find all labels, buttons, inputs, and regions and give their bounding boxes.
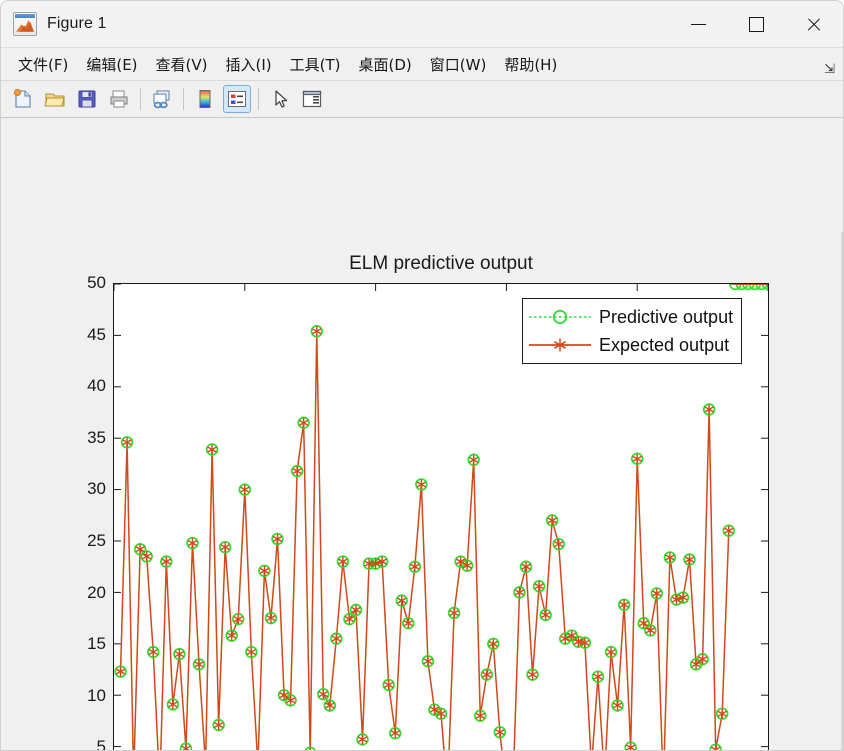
minimize-button[interactable] [669, 1, 727, 47]
save-figure-icon [78, 90, 96, 108]
menu-item-help[interactable]: 帮助(H) [495, 51, 566, 78]
link-plot-icon [153, 90, 170, 109]
y-tick-label: 5 [96, 737, 106, 751]
insert-colorbar-button[interactable] [191, 85, 219, 113]
menu-item-desktop[interactable]: 桌面(D) [350, 51, 421, 78]
edit-pointer-icon [275, 90, 288, 108]
figure-canvas: ELM predictive output 051015202530354045… [1, 118, 843, 751]
print-figure-icon [110, 90, 128, 108]
figure-window: Figure 1 文件(F) 编辑(E) 查看(V) 插入(I) 工具(T) 桌… [0, 0, 844, 751]
open-file-icon [44, 93, 65, 107]
close-button[interactable] [785, 1, 843, 47]
link-plot-button[interactable] [148, 85, 176, 113]
y-axis-tick-labels: 05101520253035404550 [61, 273, 106, 751]
legend-entry-expected: Expected output [527, 331, 733, 359]
save-figure-button[interactable] [73, 85, 101, 113]
legend-entry-predictive: Predictive output [527, 303, 733, 331]
matlab-figure-icon [13, 12, 37, 36]
legend-label-expected: Expected output [599, 334, 730, 355]
y-tick-label: 30 [87, 479, 106, 499]
menu-bar: 文件(F) 编辑(E) 查看(V) 插入(I) 工具(T) 桌面(D) 窗口(W… [1, 48, 843, 81]
maximize-button[interactable] [727, 1, 785, 47]
new-figure-button[interactable] [9, 85, 37, 113]
figure-toolbar [1, 81, 843, 118]
plot-browser-button[interactable] [298, 85, 326, 113]
menu-item-file[interactable]: 文件(F) [9, 51, 77, 78]
y-tick-label: 20 [87, 582, 106, 602]
menu-item-edit[interactable]: 编辑(E) [77, 51, 146, 78]
menu-overflow-icon[interactable]: ⇲ [824, 61, 835, 77]
y-tick-label: 40 [87, 376, 106, 396]
window-title: Figure 1 [47, 15, 107, 32]
menu-item-insert[interactable]: 插入(I) [217, 51, 281, 78]
menu-item-window[interactable]: 窗口(W) [421, 51, 496, 78]
toolbar-separator [183, 88, 184, 110]
plot-browser-icon [302, 90, 322, 108]
print-figure-button[interactable] [105, 85, 133, 113]
maximize-icon [748, 16, 764, 32]
plot-title: ELM predictive output [349, 253, 533, 274]
edit-pointer-button[interactable] [266, 85, 294, 113]
toolbar-separator [140, 88, 141, 110]
close-icon [806, 16, 822, 32]
plot-legend[interactable]: Predictive output Expected output [522, 298, 743, 364]
open-file-button[interactable] [41, 85, 69, 113]
new-figure-icon [14, 89, 31, 108]
y-tick-label: 50 [87, 273, 106, 292]
y-tick-label: 35 [87, 427, 106, 447]
minimize-icon [690, 23, 706, 25]
insert-legend-button[interactable] [223, 85, 251, 113]
y-tick-label: 10 [87, 685, 106, 705]
legend-label-predictive: Predictive output [599, 306, 734, 327]
insert-legend-icon [228, 91, 246, 107]
y-tick-label: 15 [87, 634, 106, 654]
legend-marker-expected [529, 338, 591, 352]
y-tick-label: 45 [87, 324, 106, 344]
insert-colorbar-icon [199, 90, 211, 108]
toolbar-separator [258, 88, 259, 110]
y-tick-label: 25 [87, 531, 106, 550]
legend-marker-predictive [529, 309, 591, 325]
menu-item-tools[interactable]: 工具(T) [281, 51, 350, 78]
menu-item-view[interactable]: 查看(V) [147, 51, 217, 78]
window-controls [669, 1, 843, 47]
title-bar: Figure 1 [1, 1, 843, 48]
